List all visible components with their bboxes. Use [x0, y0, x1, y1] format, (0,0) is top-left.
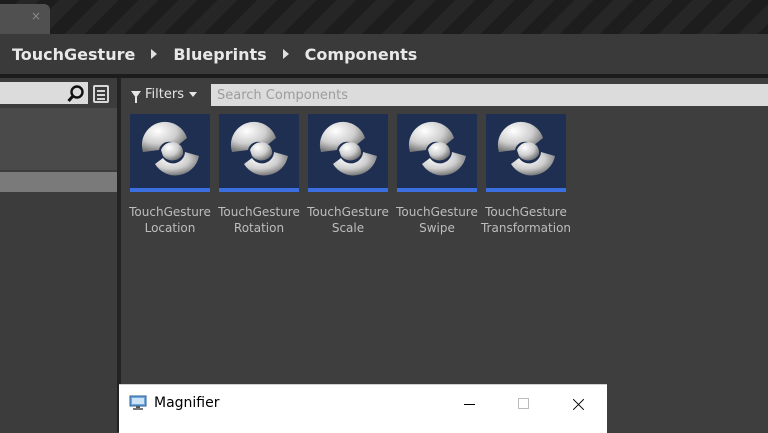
view-options-icon[interactable] [93, 85, 109, 103]
sphere-component-icon [497, 121, 555, 176]
asset-type-bar [219, 188, 299, 192]
breadcrumb-item-touchgesture[interactable]: TouchGesture [12, 45, 135, 64]
asset-thumbnail [308, 114, 388, 192]
magnifier-window: Magnifier [119, 384, 607, 433]
asset-label: TouchGesture Rotation [218, 205, 300, 235]
maximize-button[interactable] [501, 387, 547, 421]
breadcrumb-item-blueprints[interactable]: Blueprints [173, 45, 266, 64]
asset-type-bar [308, 188, 388, 192]
asset-tile[interactable]: TouchGesture Rotation [217, 114, 301, 239]
magnifier-app-icon [129, 395, 147, 410]
breadcrumb: TouchGesture Blueprints Components [0, 34, 768, 74]
sphere-component-icon [230, 121, 288, 176]
breadcrumb-arrow-icon[interactable] [151, 49, 158, 59]
folder-tree-panel [0, 78, 117, 432]
folder-list [0, 108, 117, 170]
asset-type-bar [130, 188, 210, 192]
selected-folder-row[interactable] [0, 172, 117, 192]
asset-type-bar [397, 188, 477, 192]
asset-tile[interactable]: TouchGesture Transformation [481, 114, 571, 239]
asset-label: TouchGesture Swipe [396, 205, 478, 235]
minimize-button[interactable] [447, 387, 493, 421]
asset-label: TouchGesture Scale [307, 205, 389, 235]
breadcrumb-item-components[interactable]: Components [305, 45, 418, 64]
filter-funnel-icon [131, 90, 141, 103]
filters-button[interactable]: Filters [131, 84, 197, 104]
search-components-input[interactable] [211, 84, 768, 106]
asset-grid: TouchGesture Location TouchGesture Rotatio… [128, 114, 768, 244]
asset-tile[interactable]: TouchGesture Location [128, 114, 212, 239]
asset-thumbnail [397, 114, 477, 192]
filters-label: Filters [145, 86, 184, 102]
asset-type-bar [486, 188, 566, 192]
breadcrumb-arrow-icon[interactable] [282, 49, 289, 59]
asset-thumbnail [130, 114, 210, 192]
asset-label: TouchGesture Location [129, 205, 211, 235]
sphere-component-icon [408, 121, 466, 176]
tab-strip: × [0, 0, 768, 34]
asset-tile[interactable]: TouchGesture Scale [306, 114, 390, 239]
asset-thumbnail [486, 114, 566, 192]
tab-close-icon[interactable]: × [28, 8, 44, 24]
sphere-component-icon [319, 121, 377, 176]
magnifier-title: Magnifier [154, 395, 220, 411]
asset-label: TouchGesture Transformation [480, 205, 572, 235]
editor-tab[interactable]: × [0, 4, 50, 30]
sphere-component-icon [141, 121, 199, 176]
asset-tile[interactable]: TouchGesture Swipe [395, 114, 479, 239]
search-icon[interactable] [66, 84, 86, 104]
asset-thumbnail [219, 114, 299, 192]
chevron-down-icon [188, 91, 197, 97]
close-button[interactable] [555, 387, 601, 421]
asset-browser-panel: Filters TouchGestureLocation [121, 78, 768, 432]
